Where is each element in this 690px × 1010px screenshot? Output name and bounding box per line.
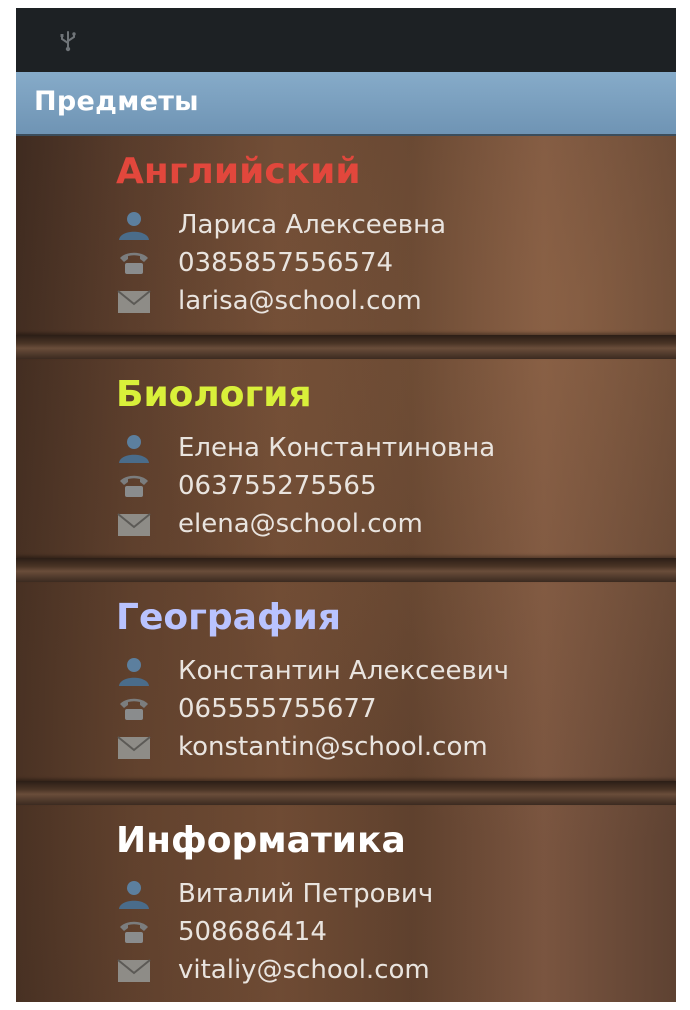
email-address[interactable]: elena@school.com: [178, 507, 423, 541]
email-address[interactable]: konstantin@school.com: [178, 730, 488, 764]
envelope-icon: [117, 513, 151, 536]
phone-row[interactable]: 0385857556574: [116, 244, 656, 282]
phone-number[interactable]: 0385857556574: [178, 246, 393, 280]
person-icon: [119, 881, 149, 909]
phone-row[interactable]: 063755275565: [116, 467, 656, 505]
list-item[interactable]: География Константин Алексеевич 06555575…: [16, 582, 676, 805]
person-icon: [119, 212, 149, 240]
person-icon: [119, 658, 149, 686]
subject-list[interactable]: Английский Лариса Алексеевна 03858575565…: [16, 136, 676, 1002]
teacher-row: Виталий Петрович: [116, 875, 656, 913]
phone-number[interactable]: 065555755677: [178, 692, 377, 726]
list-item[interactable]: Английский Лариса Алексеевна 03858575565…: [16, 136, 676, 359]
envelope-icon: [117, 959, 151, 982]
email-address[interactable]: larisa@school.com: [178, 284, 422, 318]
list-item[interactable]: Информатика Виталий Петрович 508686414 v…: [16, 805, 676, 1002]
phone-row[interactable]: 508686414: [116, 913, 656, 951]
divider: [16, 335, 676, 359]
usb-icon: [60, 31, 76, 52]
teacher-row: Елена Константиновна: [116, 429, 656, 467]
status-bar: [16, 8, 676, 72]
envelope-icon: [117, 736, 151, 759]
teacher-row: Константин Алексеевич: [116, 652, 656, 690]
phone-icon: [120, 921, 148, 943]
subject-name: Английский: [116, 151, 361, 192]
teacher-name: Виталий Петрович: [178, 879, 434, 909]
teacher-name: Лариса Алексеевна: [178, 210, 447, 240]
subject-name: Информатика: [116, 820, 406, 861]
email-row[interactable]: konstantin@school.com: [116, 728, 656, 766]
email-row[interactable]: larisa@school.com: [116, 282, 656, 320]
phone-number[interactable]: 063755275565: [178, 469, 377, 503]
subject-name: Биология: [116, 374, 312, 415]
phone-icon: [120, 698, 148, 720]
envelope-icon: [117, 290, 151, 313]
email-address[interactable]: vitaliy@school.com: [178, 953, 430, 987]
email-row[interactable]: elena@school.com: [116, 505, 656, 543]
list-item[interactable]: Биология Елена Константиновна 0637552755…: [16, 359, 676, 582]
title-bar: Предметы: [16, 72, 676, 136]
page-title: Предметы: [34, 86, 199, 117]
teacher-row: Лариса Алексеевна: [116, 206, 656, 244]
person-icon: [119, 435, 149, 463]
teacher-name: Елена Константиновна: [178, 433, 496, 463]
phone-screen: Предметы Английский Лариса Алексеевна 03…: [16, 8, 676, 1002]
divider: [16, 558, 676, 582]
divider: [16, 781, 676, 805]
phone-row[interactable]: 065555755677: [116, 690, 656, 728]
teacher-name: Константин Алексеевич: [178, 656, 510, 686]
email-row[interactable]: vitaliy@school.com: [116, 951, 656, 989]
subject-name: География: [116, 597, 342, 638]
phone-number[interactable]: 508686414: [178, 915, 327, 949]
phone-icon: [120, 475, 148, 497]
phone-icon: [120, 252, 148, 274]
